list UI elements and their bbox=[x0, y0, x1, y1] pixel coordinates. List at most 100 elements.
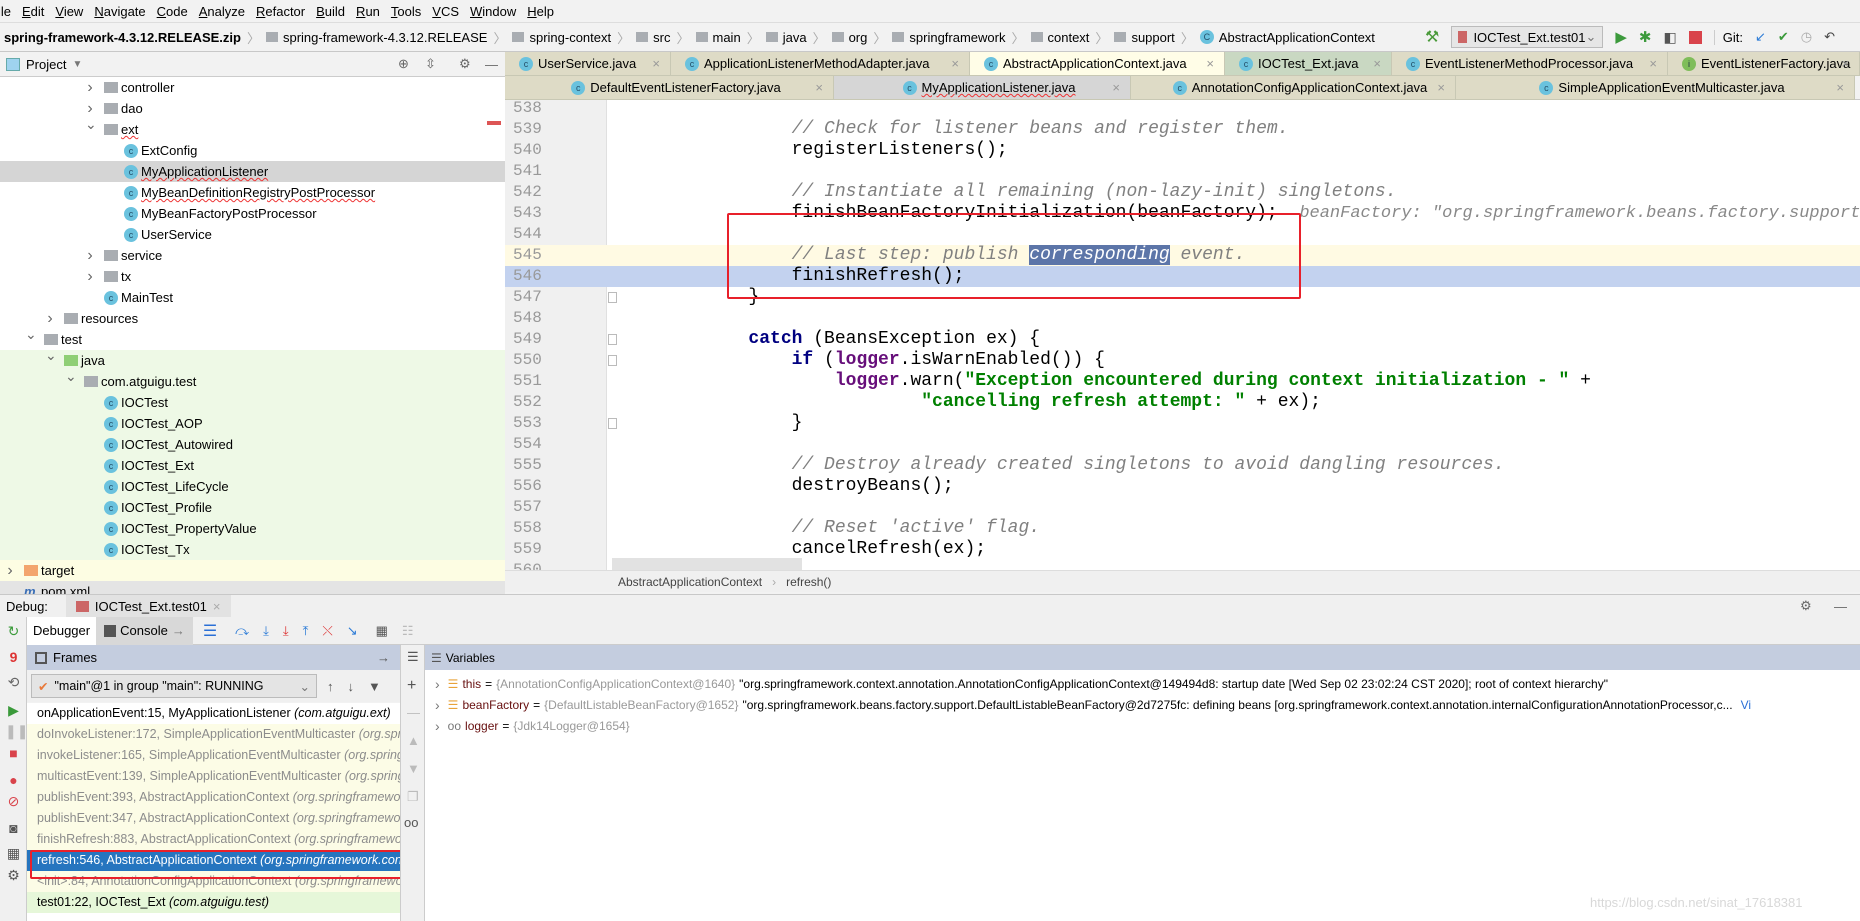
tree-item-service[interactable]: › service bbox=[0, 245, 505, 266]
frame-item[interactable]: onApplicationEvent:15, MyApplicationList… bbox=[27, 703, 400, 724]
tab-simpleapplicationeventmulticaster-java[interactable]: c SimpleApplicationEventMulticaster.java × bbox=[1456, 76, 1855, 100]
run-config-dropdown[interactable]: IOCTest_Ext.test01 ⌄ bbox=[1451, 26, 1604, 48]
tree-item-pom-xml[interactable]: m pom.xml bbox=[0, 581, 505, 594]
run-icon[interactable]: ▶ bbox=[1615, 28, 1627, 46]
breadcrumb-item[interactable]: main 〉 bbox=[695, 28, 760, 47]
tab-userservice-java[interactable]: c UserService.java × bbox=[505, 52, 671, 76]
menu-item-code[interactable]: Code bbox=[157, 4, 188, 19]
breadcrumb-item[interactable]: src 〉 bbox=[636, 28, 690, 47]
filter-icon[interactable]: ▼ bbox=[368, 679, 381, 694]
tree-item-userservice[interactable]: c UserService bbox=[0, 224, 505, 245]
breadcrumb-item[interactable]: spring-framework-4.3.12.RELEASE 〉 bbox=[265, 28, 506, 47]
breadcrumb-item[interactable]: org 〉 bbox=[831, 28, 886, 47]
breadcrumb-item[interactable]: springframework 〉 bbox=[892, 28, 1025, 47]
move-up-icon[interactable]: ▲ bbox=[407, 733, 420, 748]
gear-icon[interactable]: ⚙ bbox=[1800, 598, 1812, 614]
project-view-selector[interactable]: Project bbox=[26, 57, 66, 72]
fold-marker-icon[interactable] bbox=[608, 355, 617, 366]
chevron-right-icon[interactable]: › bbox=[45, 310, 55, 328]
coverage-icon[interactable]: ◧ bbox=[1663, 29, 1676, 46]
chevron-right-icon[interactable]: › bbox=[5, 562, 15, 580]
fold-marker-icon[interactable] bbox=[608, 292, 617, 303]
build-hammer-icon[interactable]: ⚒ bbox=[1425, 27, 1439, 47]
close-icon[interactable]: × bbox=[213, 599, 221, 614]
menu-item-tools[interactable]: Tools bbox=[391, 4, 421, 19]
menu-item-file[interactable]: File bbox=[0, 4, 11, 19]
view-breakpoints-icon[interactable]: ● bbox=[5, 772, 22, 789]
menu-item-view[interactable]: View bbox=[55, 4, 83, 19]
close-icon[interactable]: × bbox=[1206, 56, 1214, 71]
tab-console[interactable]: Console → bbox=[96, 616, 193, 645]
tree-item-controller[interactable]: › controller bbox=[0, 77, 505, 98]
thread-selector[interactable]: ✔ "main"@1 in group "main": RUNNING ⌄ bbox=[31, 674, 317, 698]
tab-applicationlistenermethodadapter-java[interactable]: c ApplicationListenerMethodAdapter.java × bbox=[671, 52, 970, 76]
close-icon[interactable]: × bbox=[652, 56, 660, 71]
tab-eventlistenermethodprocessor-java[interactable]: c EventListenerMethodProcessor.java × bbox=[1392, 52, 1668, 76]
tab-defaulteventlistenerfactory-java[interactable]: c DefaultEventListenerFactory.java × bbox=[505, 76, 834, 100]
stop-icon[interactable]: ■ bbox=[5, 745, 22, 762]
breadcrumb-item[interactable]: spring-framework-4.3.12.RELEASE.zip 〉 bbox=[4, 28, 260, 47]
tab-myapplicationlistener-java[interactable]: c MyApplicationListener.java × bbox=[834, 76, 1131, 100]
close-icon[interactable]: × bbox=[815, 80, 823, 95]
menu-item-run[interactable]: Run bbox=[356, 4, 380, 19]
step-into-icon[interactable]: ⤓ bbox=[263, 623, 269, 639]
trace-icon[interactable]: ☷ bbox=[402, 623, 414, 639]
tree-item-com-atguigu-test[interactable]: ⌄ com.atguigu.test bbox=[0, 368, 505, 392]
drop-frame-icon[interactable]: ⤬ bbox=[322, 623, 332, 639]
remove-watch-icon[interactable]: — bbox=[407, 705, 420, 720]
tree-item-test[interactable]: ⌄ test bbox=[0, 326, 505, 350]
menu-item-analyze[interactable]: Analyze bbox=[199, 4, 245, 19]
frame-item[interactable]: publishEvent:393, AbstractApplicationCon… bbox=[27, 787, 400, 808]
rerun-failed-icon[interactable]: 9 bbox=[5, 649, 22, 666]
tree-item-ioctest-propertyvalue[interactable]: c IOCTest_PropertyValue bbox=[0, 518, 505, 539]
arrow-up-icon[interactable]: ↑ bbox=[327, 679, 334, 694]
tab-debugger[interactable]: Debugger bbox=[27, 616, 97, 645]
chevron-right-icon[interactable]: › bbox=[85, 79, 95, 97]
tree-item-ioctest-tx[interactable]: c IOCTest_Tx bbox=[0, 539, 505, 560]
close-icon[interactable]: × bbox=[951, 56, 959, 71]
view-link[interactable]: Vi bbox=[1741, 698, 1751, 712]
copy-icon[interactable]: ❐ bbox=[407, 789, 419, 805]
horizontal-scrollbar[interactable] bbox=[612, 558, 802, 570]
tab-annotationconfigapplicationcontext-java[interactable]: c AnnotationConfigApplicationContext.java… bbox=[1131, 76, 1456, 100]
tab-abstractapplicationcontext-java[interactable]: c AbstractApplicationContext.java × bbox=[970, 52, 1225, 76]
chevron-down-icon[interactable]: ⌄ bbox=[45, 347, 57, 364]
breadcrumb-class[interactable]: AbstractApplicationContext bbox=[618, 575, 762, 589]
tree-item-ioctest-autowired[interactable]: c IOCTest_Autowired bbox=[0, 434, 505, 455]
tree-item-ioctest-aop[interactable]: c IOCTest_AOP bbox=[0, 413, 505, 434]
tree-item-mybeanfactorypostprocessor[interactable]: c MyBeanFactoryPostProcessor bbox=[0, 203, 505, 224]
menu-item-help[interactable]: Help bbox=[527, 4, 554, 19]
chevron-right-icon[interactable]: › bbox=[435, 697, 440, 713]
tab-ioctest-ext-java[interactable]: c IOCTest_Ext.java × bbox=[1225, 52, 1392, 76]
close-icon[interactable]: × bbox=[1112, 80, 1120, 95]
hide-icon[interactable]: — bbox=[1834, 599, 1847, 614]
collapse-all-icon[interactable]: ⇳ bbox=[425, 56, 436, 72]
watches-glasses-icon[interactable]: oo bbox=[404, 815, 418, 830]
breadcrumb-item[interactable]: context 〉 bbox=[1030, 28, 1108, 47]
variable-item[interactable]: › oo logger = {Jdk14Logger@1654} bbox=[435, 715, 630, 736]
show-execution-point-icon[interactable]: ☰ bbox=[203, 621, 217, 641]
evaluate-expression-icon[interactable]: ▦ bbox=[376, 623, 388, 639]
tab-eventlistenerfactory-java[interactable]: i EventListenerFactory.java × bbox=[1668, 52, 1860, 76]
pin-icon[interactable]: → bbox=[377, 650, 390, 665]
stop-icon[interactable] bbox=[1688, 30, 1702, 44]
chevron-right-icon[interactable]: › bbox=[85, 268, 95, 286]
tree-item-ioctest-ext[interactable]: c IOCTest_Ext bbox=[0, 455, 505, 476]
chevron-down-icon[interactable]: ⌄ bbox=[85, 116, 97, 133]
history-icon[interactable]: ◷ bbox=[1801, 29, 1812, 45]
chevron-right-icon[interactable]: › bbox=[85, 247, 95, 265]
frame-item[interactable]: doInvokeListener:172, SimpleApplicationE… bbox=[27, 724, 400, 745]
breadcrumb-method[interactable]: refresh() bbox=[786, 575, 831, 589]
chevron-right-icon[interactable]: › bbox=[85, 100, 95, 118]
layout-icon[interactable]: ▦ bbox=[5, 845, 22, 862]
camera-icon[interactable]: ◙ bbox=[5, 820, 22, 837]
force-step-into-icon[interactable]: ⤓ bbox=[283, 623, 289, 639]
close-icon[interactable]: × bbox=[1841, 56, 1849, 71]
git-commit-icon[interactable]: ✔ bbox=[1778, 29, 1789, 45]
fold-marker-icon[interactable] bbox=[608, 334, 617, 345]
fold-marker-icon[interactable] bbox=[608, 418, 617, 429]
chevron-right-icon[interactable]: › bbox=[435, 718, 440, 734]
step-out-icon[interactable]: ⤒ bbox=[303, 623, 309, 639]
resume-icon[interactable]: ▶ bbox=[5, 702, 22, 719]
close-icon[interactable]: × bbox=[1437, 80, 1445, 95]
